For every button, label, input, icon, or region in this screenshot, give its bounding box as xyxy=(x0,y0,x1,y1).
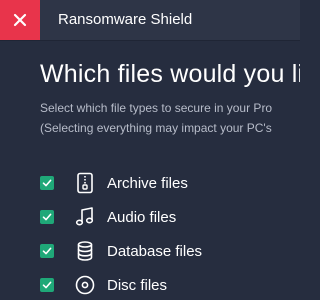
checkmark-icon xyxy=(42,281,52,289)
file-type-row-audio[interactable]: Audio files xyxy=(40,204,300,230)
file-type-row-database[interactable]: Database files xyxy=(40,238,300,264)
description-line-2: (Selecting everything may impact your PC… xyxy=(40,121,272,135)
database-icon xyxy=(77,241,93,261)
file-type-row-disc[interactable]: Disc files xyxy=(40,272,300,298)
page-heading: Which files would you like xyxy=(40,60,300,88)
file-type-label: Archive files xyxy=(107,175,188,192)
file-type-row-archive[interactable]: Archive files xyxy=(40,170,300,196)
checkmark-icon xyxy=(42,179,52,187)
file-type-label: Audio files xyxy=(107,209,177,226)
file-type-label: Database files xyxy=(107,243,203,260)
window-title: Ransomware Shield xyxy=(58,11,193,28)
archive-files-checkbox[interactable] xyxy=(40,176,54,190)
close-icon xyxy=(13,13,27,27)
ransomware-shield-window: Ransomware Shield Which files would you … xyxy=(0,0,300,300)
audio-files-checkbox[interactable] xyxy=(40,210,54,224)
file-type-label: Disc files xyxy=(107,277,168,294)
archive-file-icon xyxy=(77,172,93,194)
music-note-icon xyxy=(75,207,94,226)
close-button[interactable] xyxy=(0,0,40,40)
checkmark-icon xyxy=(42,213,52,221)
disc-icon xyxy=(75,275,95,295)
description-line-1: Select which file types to secure in you… xyxy=(40,101,273,115)
disc-files-checkbox[interactable] xyxy=(40,278,54,292)
database-files-checkbox[interactable] xyxy=(40,244,54,258)
title-bar: Ransomware Shield xyxy=(0,0,300,41)
checkmark-icon xyxy=(42,247,52,255)
